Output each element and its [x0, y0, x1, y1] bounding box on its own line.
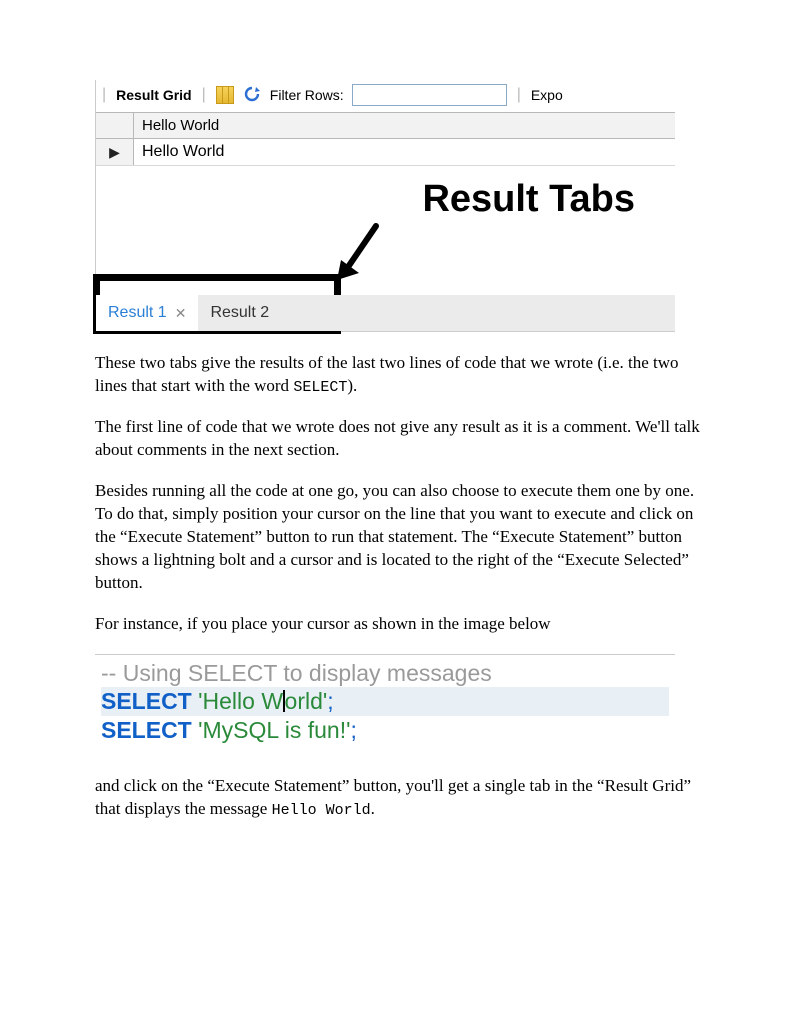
code-line-1: SELECT 'Hello World'; — [101, 687, 669, 716]
string-literal: 'Hello W — [198, 688, 283, 714]
semicolon: ; — [327, 688, 333, 714]
text: . — [371, 799, 375, 818]
result-tabs-bar: Result 1 ✕ Result 2 — [96, 295, 675, 331]
tab-label: Result 2 — [210, 304, 269, 322]
paragraph: For instance, if you place your cursor a… — [95, 613, 701, 636]
close-icon[interactable]: ✕ — [175, 305, 187, 322]
text: These two tabs give the results of the l… — [95, 353, 679, 395]
filter-rows-input[interactable] — [352, 84, 507, 106]
grid-view-icon[interactable] — [216, 86, 234, 104]
result-tabs-annotation: Result Tabs — [422, 178, 635, 221]
result-grid-header: Hello World — [96, 112, 675, 139]
row-header-empty — [96, 113, 134, 138]
code-comment-line: -- Using SELECT to display messages — [101, 659, 669, 688]
text: ). — [347, 376, 357, 395]
tab-result-2[interactable]: Result 2 — [198, 295, 281, 331]
result-grid-screenshot: | Result Grid | Filter Rows: | Expo Hell… — [95, 80, 675, 332]
column-header: Hello World — [134, 113, 675, 138]
paragraph: Besides running all the code at one go, … — [95, 480, 701, 595]
refresh-icon[interactable] — [242, 85, 262, 105]
code-line-2: SELECT 'MySQL is fun!'; — [101, 716, 669, 745]
arrow-annotation-icon — [331, 218, 391, 288]
keyword: SELECT — [101, 717, 192, 743]
result-grid-label: Result Grid — [116, 87, 191, 103]
toolbar-separator: | — [100, 86, 108, 104]
filter-rows-label: Filter Rows: — [270, 87, 344, 103]
result-grid-body: Result Tabs Result 1 ✕ Result 2 — [96, 166, 675, 331]
code-editor-screenshot: -- Using SELECT to display messages SELE… — [95, 654, 675, 753]
cell-value: Hello World — [134, 139, 675, 165]
text: and click on the “Execute Statement” but… — [95, 776, 691, 818]
semicolon: ; — [351, 717, 357, 743]
tab-result-1[interactable]: Result 1 ✕ — [96, 295, 198, 331]
inline-code: Hello World — [272, 802, 371, 819]
paragraph: These two tabs give the results of the l… — [95, 352, 701, 398]
table-row: ▶ Hello World — [96, 139, 675, 166]
document-page: | Result Grid | Filter Rows: | Expo Hell… — [0, 0, 791, 1024]
paragraph: and click on the “Execute Statement” but… — [95, 775, 701, 821]
paragraph: The first line of code that we wrote doe… — [95, 416, 701, 462]
tab-label: Result 1 — [108, 304, 167, 322]
toolbar-separator: | — [515, 86, 523, 104]
inline-code: SELECT — [293, 379, 347, 396]
export-label[interactable]: Expo — [531, 87, 563, 103]
string-literal: 'MySQL is fun!' — [198, 717, 350, 743]
keyword: SELECT — [101, 688, 192, 714]
current-row-indicator: ▶ — [96, 139, 134, 165]
toolbar-separator: | — [200, 86, 208, 104]
result-grid-toolbar: | Result Grid | Filter Rows: | Expo — [96, 80, 675, 112]
string-literal: orld' — [285, 688, 328, 714]
